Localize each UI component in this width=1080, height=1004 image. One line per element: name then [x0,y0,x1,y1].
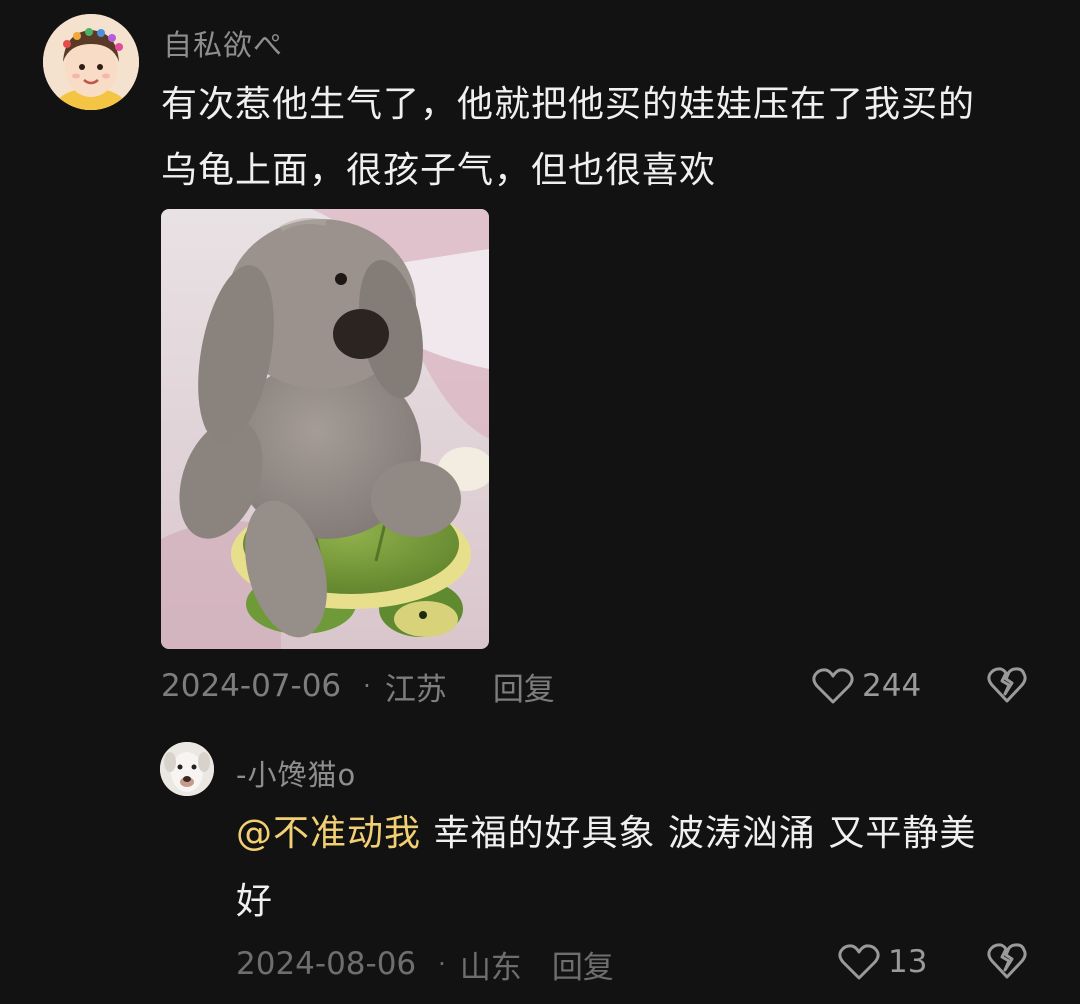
meta-separator: · [363,672,371,700]
comment-date: 2024-07-06 [161,668,342,704]
comment-thread: 自私欲ぺ 有次惹他生气了，他就把他买的娃娃压在了我买的 乌龟上面，很孩子气，但也… [0,0,1080,1004]
comment-image[interactable] [161,209,489,649]
reply-like-button[interactable]: 13 [838,940,927,984]
reply-text: @不准动我 幸福的好具象 波涛汹涌 又平静美 好 [236,800,1036,936]
reply-username[interactable]: -小馋猫o [236,752,356,794]
reply-dislike-button[interactable] [987,942,1027,984]
comment-location: 江苏 [384,671,447,708]
heart-outline-icon [812,668,854,704]
reply-text-body: 幸福的好具象 波涛汹涌 又平静美 [421,813,977,854]
broken-heart-icon [987,943,1027,979]
reply-reply-button[interactable]: 回复 [552,942,614,987]
like-button[interactable]: 244 [812,664,921,708]
meta-separator: · [438,950,446,978]
reply-meta: 2024-08-06 · 山东 回复 [236,942,614,987]
avatar[interactable] [43,14,139,110]
comment-text: 有次惹他生气了，他就把他买的娃娃压在了我买的 乌龟上面，很孩子气，但也很喜欢 [161,72,1041,204]
reply-like-count: 13 [888,944,928,980]
mention-link[interactable]: @不准动我 [236,813,421,854]
comment-text-line: 有次惹他生气了，他就把他买的娃娃压在了我买的 [161,84,976,125]
broken-heart-icon [987,667,1027,703]
reply-text-line: @不准动我 幸福的好具象 波涛汹涌 又平静美 [236,800,1036,868]
comment-text-line: 乌龟上面，很孩子气，但也很喜欢 [161,150,717,191]
reply-location: 山东 [459,949,522,986]
heart-outline-icon [838,944,880,980]
reply-button[interactable]: 回复 [493,664,555,709]
username[interactable]: 自私欲ぺ [163,22,283,64]
comment-meta: 2024-07-06 · 江苏 回复 [161,664,555,709]
dislike-button[interactable] [987,666,1027,708]
like-count: 244 [862,668,922,704]
reply-avatar[interactable] [160,742,214,796]
reply-date: 2024-08-06 [236,946,417,982]
reply-text-line: 好 [236,881,274,922]
